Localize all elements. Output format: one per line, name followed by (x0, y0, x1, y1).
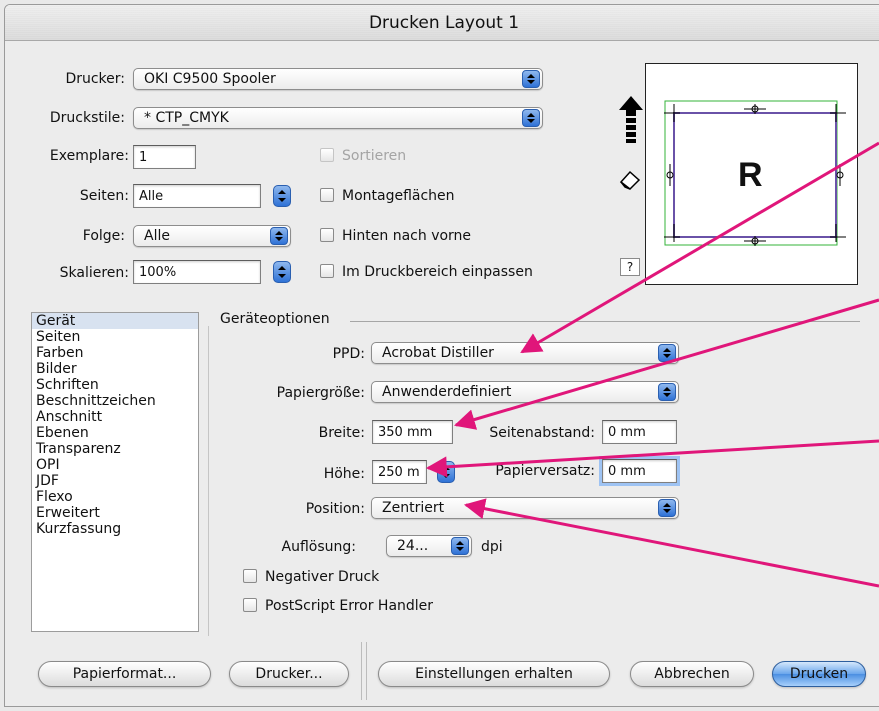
divider (208, 326, 209, 636)
resolution-popup[interactable]: 24... (386, 535, 472, 557)
category-list[interactable]: Gerät Seiten Farben Bilder Schriften Bes… (31, 312, 199, 632)
fit-to-print-area-label: Im Druckbereich einpassen (342, 264, 533, 280)
postscript-error-handler-label: PostScript Error Handler (265, 598, 434, 614)
printer-value: OKI C9500 Spooler (144, 71, 276, 87)
list-item[interactable]: Anschnitt (32, 409, 198, 425)
popup-arrows-icon (522, 70, 540, 88)
height-label: Höhe: (323, 466, 365, 482)
order-popup[interactable]: Alle (133, 225, 291, 247)
height-stepper[interactable] (437, 461, 455, 483)
reverse-order-checkbox[interactable]: Hinten nach vorne (320, 228, 471, 244)
page-gap-field[interactable] (602, 420, 677, 444)
list-item[interactable]: Beschnittzeichen (32, 393, 198, 409)
list-item[interactable]: Ebenen (32, 425, 198, 441)
order-label: Folge: (82, 228, 125, 244)
checkbox-box (243, 569, 257, 583)
page-preview: R (645, 63, 858, 285)
list-item[interactable]: Kurzfassung (32, 521, 198, 537)
scale-label: Skalieren: (59, 265, 129, 281)
print-style-value: * CTP_CMYK (144, 110, 229, 126)
copies-label: Exemplare: (49, 148, 129, 164)
popup-arrows-icon (451, 537, 469, 555)
list-item[interactable]: Flexo (32, 489, 198, 505)
scale-popup-button[interactable] (273, 261, 291, 283)
paper-size-label: Papiergröße: (276, 385, 365, 401)
checkbox-box (320, 228, 334, 242)
list-item[interactable]: Schriften (32, 377, 198, 393)
resolution-value: 24... (397, 538, 429, 554)
checkbox-box (320, 148, 334, 162)
help-button[interactable]: ? (620, 258, 640, 276)
position-label: Position: (305, 501, 365, 517)
checkbox-box (243, 598, 257, 612)
page-setup-button[interactable]: Papierformat... (38, 661, 211, 687)
position-popup[interactable]: Zentriert (371, 497, 679, 519)
scale-field[interactable] (133, 260, 261, 284)
resolution-label: Auflösung: (281, 539, 356, 555)
paper-offset-field[interactable] (602, 459, 677, 483)
checkbox-box (320, 264, 334, 278)
width-label: Breite: (318, 425, 365, 441)
paper-size-popup[interactable]: Anwenderdefiniert (371, 381, 679, 403)
printer-popup[interactable]: OKI C9500 Spooler (133, 68, 543, 90)
order-value: Alle (144, 228, 170, 244)
list-item[interactable]: Transparenz (32, 441, 198, 457)
negative-print-checkbox[interactable]: Negativer Druck (243, 569, 379, 585)
ppd-value: Acrobat Distiller (382, 345, 494, 361)
paper-size-value: Anwenderdefiniert (382, 384, 512, 400)
page-gap-label: Seitenabstand: (489, 425, 595, 441)
popup-arrows-icon (658, 499, 676, 517)
pages-label: Seiten: (79, 188, 129, 204)
ppd-popup[interactable]: Acrobat Distiller (371, 342, 679, 364)
group-divider (350, 321, 860, 322)
resolution-unit: dpi (481, 539, 503, 555)
printer-button[interactable]: Drucker... (229, 661, 349, 687)
spreads-checkbox[interactable]: Montageflächen (320, 188, 455, 204)
list-item[interactable]: OPI (32, 457, 198, 473)
print-style-popup[interactable]: * CTP_CMYK (133, 107, 543, 129)
rotate-page-icon[interactable] (618, 168, 642, 192)
position-value: Zentriert (382, 500, 445, 516)
paper-offset-label: Papierversatz: (495, 463, 595, 479)
pages-field[interactable] (133, 184, 261, 208)
collate-label: Sortieren (342, 148, 407, 164)
negative-print-label: Negativer Druck (265, 569, 380, 585)
list-item[interactable]: Gerät (32, 313, 198, 329)
printer-label: Drucker: (65, 71, 125, 87)
list-item[interactable]: Seiten (32, 329, 198, 345)
list-item[interactable]: Bilder (32, 361, 198, 377)
pages-popup-button[interactable] (273, 185, 291, 207)
width-field[interactable] (372, 420, 453, 444)
save-settings-button[interactable]: Einstellungen erhalten (378, 661, 610, 687)
spreads-label: Montageflächen (342, 188, 455, 204)
cancel-button[interactable]: Abbrechen (630, 661, 754, 687)
reverse-order-label: Hinten nach vorne (342, 228, 472, 244)
checkbox-box (320, 188, 334, 202)
list-item[interactable]: JDF (32, 473, 198, 489)
print-button[interactable]: Drucken (772, 661, 866, 687)
ppd-label: PPD: (332, 346, 365, 362)
orientation-up-arrow-icon[interactable] (618, 96, 644, 154)
print-style-label: Druckstile: (49, 110, 125, 126)
popup-arrows-icon (658, 383, 676, 401)
copies-field[interactable] (133, 145, 196, 169)
popup-arrows-icon (658, 344, 676, 362)
height-field[interactable] (372, 460, 427, 484)
popup-arrows-icon (522, 109, 540, 127)
list-item[interactable]: Farben (32, 345, 198, 361)
button-separator (361, 642, 362, 700)
list-item[interactable]: Erweitert (32, 505, 198, 521)
postscript-error-handler-checkbox[interactable]: PostScript Error Handler (243, 598, 433, 614)
title-bar: Drucken Layout 1 (5, 5, 879, 41)
preview-letter: R (738, 156, 763, 194)
button-separator (366, 642, 367, 700)
fit-to-print-area-checkbox[interactable]: Im Druckbereich einpassen (320, 264, 533, 280)
device-options-title: Geräteoptionen (220, 311, 330, 327)
popup-arrows-icon (270, 227, 288, 245)
dialog-title: Drucken Layout 1 (368, 13, 520, 33)
collate-checkbox[interactable]: Sortieren (320, 148, 406, 164)
